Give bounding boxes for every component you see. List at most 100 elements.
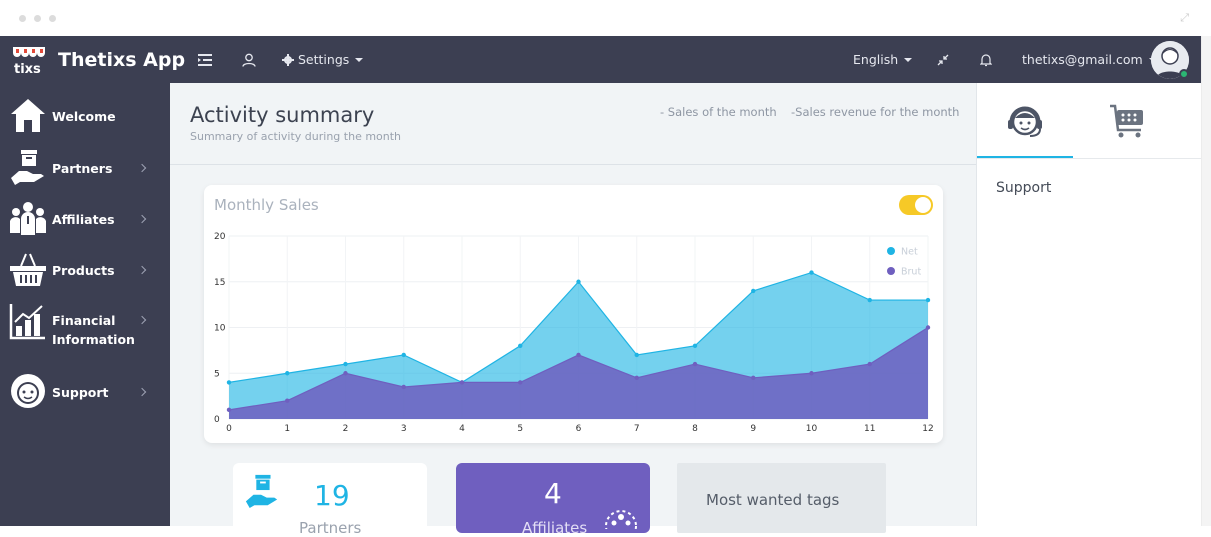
- data-point-net: [751, 288, 756, 294]
- menu-toggle-button[interactable]: [198, 36, 212, 83]
- main-content: Activity summary Summary of activity dur…: [170, 83, 976, 537]
- page-subtitle: Summary of activity during the month: [190, 130, 402, 143]
- fullscreen-icon[interactable]: ⤢: [1180, 11, 1189, 25]
- right-panel: Support: [976, 83, 1202, 526]
- page-title: Activity summary: [190, 103, 375, 127]
- y-tick-label: 10: [214, 324, 226, 334]
- partners-icon: [245, 474, 278, 509]
- data-point-brut: [343, 371, 348, 376]
- sidebar-item-label: Affiliates: [52, 212, 115, 227]
- shop-logo-icon: tixs: [13, 46, 45, 75]
- partners-count: 19: [314, 479, 350, 512]
- data-point-brut: [518, 380, 523, 385]
- data-point-brut: [809, 371, 814, 376]
- legend-swatch: [887, 247, 895, 255]
- data-point-net: [634, 352, 639, 358]
- monthly-sales-chart: 051015200 1 2 3 4 5 6 7 8 9 10 11 12NetBrut: [214, 232, 934, 434]
- online-status-dot: [1179, 69, 1189, 79]
- chevron-down-icon: [355, 57, 364, 62]
- x-tick-label: 5: [517, 424, 523, 434]
- tab-support[interactable]: [977, 83, 1073, 158]
- sidebar-item-label: Products: [52, 263, 115, 278]
- data-point-net: [518, 343, 523, 348]
- partners-label: Partners: [299, 519, 362, 537]
- sales-of-month-link[interactable]: - Sales of the month: [660, 105, 777, 119]
- settings-dropdown[interactable]: Settings: [282, 36, 364, 83]
- data-point-net: [867, 297, 872, 303]
- sidebar-item-partners[interactable]: Partners: [0, 145, 170, 189]
- x-tick-label: 3: [401, 424, 407, 434]
- page-scrollbar[interactable]: [1201, 36, 1211, 526]
- data-point-net: [809, 270, 814, 275]
- chevron-right-icon: [137, 214, 147, 224]
- window-dot: [34, 15, 41, 22]
- data-point-brut: [634, 375, 639, 381]
- data-point-brut: [925, 325, 931, 330]
- settings-label: Settings: [298, 52, 350, 67]
- language-dropdown[interactable]: English: [853, 36, 913, 83]
- x-tick-label: 1: [284, 424, 290, 434]
- tab-divider: [977, 158, 1202, 159]
- sidebar-item-support[interactable]: Support: [0, 369, 170, 413]
- chevron-right-icon: [137, 265, 147, 275]
- home-icon: [11, 99, 45, 132]
- x-tick-label: 8: [692, 424, 698, 434]
- y-tick-label: 15: [214, 278, 225, 288]
- data-point-brut: [751, 375, 756, 381]
- x-tick-label: 0: [226, 424, 232, 434]
- compress-icon: [937, 54, 949, 65]
- y-tick-label: 20: [214, 232, 226, 242]
- chart-icon: [9, 304, 45, 340]
- support-icon: [11, 374, 45, 408]
- indent-menu-icon: [198, 53, 212, 66]
- x-tick-label: 9: [750, 424, 756, 434]
- affiliates-label: Affiliates: [522, 519, 588, 537]
- sidebar-item-label: Support: [52, 385, 109, 400]
- support-section-title: Support: [996, 180, 1052, 196]
- data-point-brut: [692, 361, 698, 367]
- sidebar-item-label-line2: Information: [52, 332, 135, 347]
- sidebar-item-label: Welcome: [52, 109, 116, 124]
- network-icon: [605, 510, 637, 529]
- legend-label: Brut: [901, 267, 921, 278]
- window-chrome: ⤢: [0, 0, 1211, 36]
- monthly-sales-card: Monthly Sales 0 5 10 15 20 0 1 2 3 4 5 6 7 8 9 10 11 12 Ne…: [204, 185, 943, 443]
- chevron-down-icon: [904, 57, 913, 62]
- window-dot: [49, 15, 56, 22]
- top-navbar: tixs Thetixs App Settings English thetix…: [0, 36, 1211, 83]
- sidebar-item-products[interactable]: Products: [0, 247, 170, 291]
- data-point-net: [285, 371, 290, 376]
- brand[interactable]: tixs Thetixs App: [10, 36, 185, 83]
- sidebar: Welcome Partners Affiliates Products Fin…: [0, 83, 170, 526]
- x-tick-label: 11: [864, 424, 875, 434]
- x-tick-label: 10: [806, 424, 818, 434]
- affiliates-tile[interactable]: 4 Affiliates: [456, 463, 650, 537]
- partners-tile[interactable]: 19 Partners: [233, 463, 427, 537]
- data-point-brut: [285, 398, 290, 403]
- user-menu-dropdown[interactable]: thetixs@gmail.com: [1022, 36, 1157, 83]
- data-point-net: [925, 297, 931, 303]
- legend-swatch: [887, 267, 895, 275]
- compress-button[interactable]: [937, 36, 949, 83]
- sidebar-item-welcome[interactable]: Welcome: [0, 93, 170, 137]
- data-point-net: [401, 352, 406, 358]
- data-point-brut: [401, 384, 406, 390]
- affiliates-count: 4: [544, 477, 562, 510]
- basket-icon: [10, 253, 46, 286]
- user-profile-button[interactable]: [242, 36, 256, 83]
- sidebar-item-affiliates[interactable]: Affiliates: [0, 196, 170, 240]
- x-tick-label: 7: [634, 424, 640, 434]
- user-icon: [242, 53, 256, 67]
- most-wanted-tags-tile[interactable]: Most wanted tags: [677, 463, 886, 533]
- data-point-net: [343, 361, 348, 367]
- data-point-net: [226, 380, 232, 385]
- page-header: Activity summary Summary of activity dur…: [170, 83, 976, 165]
- partners-icon: [11, 150, 44, 185]
- tab-cart[interactable]: [1079, 83, 1175, 158]
- data-point-net: [692, 343, 698, 348]
- y-tick-label: 0: [214, 415, 220, 425]
- sidebar-item-financial-information[interactable]: Financial Information: [0, 299, 170, 351]
- x-tick-label: 12: [922, 424, 933, 434]
- notifications-button[interactable]: [980, 36, 992, 83]
- sales-revenue-link[interactable]: -Sales revenue for the month: [791, 105, 959, 119]
